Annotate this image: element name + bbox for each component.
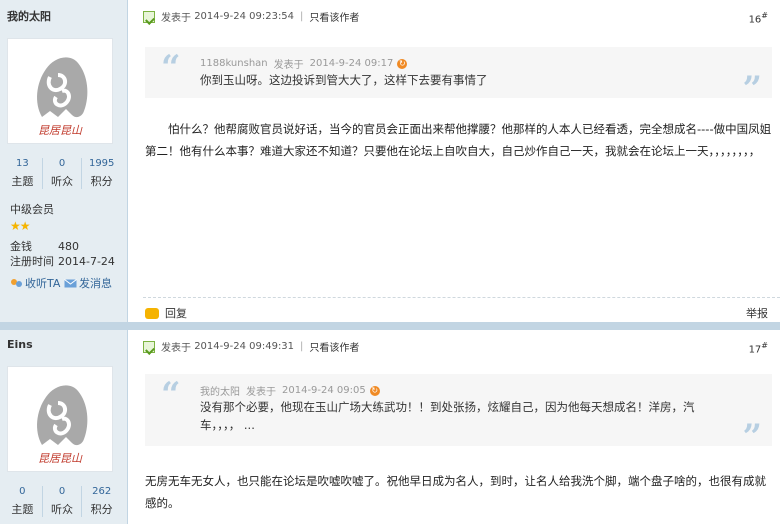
author-name[interactable]: Eins (7, 338, 33, 351)
follow-icon (10, 278, 23, 289)
post-separator (0, 322, 780, 330)
stat-topics[interactable]: 13 主题 (3, 158, 42, 189)
quote-time: 2014-9-24 09:05 (282, 385, 366, 396)
user-sidebar: Eins 昆居昆山 0 主题 0 听众 262 积分 (0, 330, 128, 524)
quote-text: 没有那个必要，他现在玉山广场大练武功！！到处张扬，炫耀自己，因为他每天想成名！洋… (200, 400, 695, 432)
close-quote-icon: ” (742, 69, 762, 109)
reply-icon (145, 307, 159, 319)
user-group[interactable]: 中级会员 (10, 201, 54, 217)
stat-topics[interactable]: 0 主题 (3, 486, 42, 517)
avatar-caption: 昆居昆山 (38, 124, 83, 137)
posted-label: 发表于 (161, 343, 191, 354)
post-meta: 发表于 2014-9-24 09:49:31 | 只看该作者 (143, 339, 359, 354)
post-16: 我的太阳 昆居昆山 13 主题 0 听众 1995 积分 中级会员 ★★ 金钱 … (0, 0, 780, 322)
avatar[interactable]: 昆居昆山 (7, 38, 113, 144)
close-quote-icon: ” (742, 417, 762, 457)
author-name[interactable]: 我的太阳 (7, 8, 51, 24)
user-stats: 13 主题 0 听众 1995 积分 (3, 158, 121, 189)
post-meta: 发表于 2014-9-24 09:23:54 | 只看该作者 (143, 9, 359, 24)
avatar[interactable]: 昆居昆山 (7, 366, 113, 472)
quote-header: 我的太阳 发表于 2014-9-24 09:05 ↻ (200, 385, 380, 398)
jump-to-post-icon[interactable]: ↻ (369, 385, 380, 396)
quote-header: 1188kunshan 发表于 2014-9-24 09:17 ↻ (200, 58, 408, 71)
default-avatar-logo-icon: 昆居昆山 (37, 57, 88, 137)
quote-text: 你到玉山呀。这边投诉到管大大了，这样下去要有事情了 (200, 73, 488, 87)
quote-block: “ 我的太阳 发表于 2014-9-24 09:05 ↻ 没有那个必要，他现在玉… (145, 374, 772, 454)
follow-button[interactable]: 收听TA (10, 275, 60, 291)
register-date: 2014-7-24 (58, 255, 115, 268)
user-sidebar: 我的太阳 昆居昆山 13 主题 0 听众 1995 积分 中级会员 ★★ 金钱 … (0, 0, 128, 322)
send-message-button[interactable]: 发消息 (64, 275, 112, 291)
register-row: 注册时间 2014-7-24 (10, 253, 115, 269)
quote-block: “ 1188kunshan 发表于 2014-9-24 09:17 ↻ 你到玉山… (145, 47, 772, 106)
default-avatar-logo-icon: 昆居昆山 (37, 385, 88, 465)
register-label: 注册时间 (10, 255, 54, 268)
money-row: 金钱 480 (10, 238, 79, 254)
post-content: 无房无车无女人，也只能在论坛是吹嘘吹嘘了。祝他早日成为名人，到时，让名人给我洗个… (145, 474, 766, 510)
floor-number[interactable]: 17# (749, 341, 768, 355)
open-quote-icon: “ (161, 375, 181, 415)
only-author-link[interactable]: 只看该作者 (309, 339, 359, 354)
post-body: 发表于 2014-9-24 09:49:31 | 只看该作者 17# “ 我的太… (135, 330, 780, 524)
reply-button[interactable]: 回复 (145, 305, 187, 321)
posted-time: 2014-9-24 09:49:31 (194, 341, 295, 352)
post-17: Eins 昆居昆山 0 主题 0 听众 262 积分 发表于 2014-9-24… (0, 330, 780, 524)
money-value: 480 (58, 240, 79, 253)
avatar-caption: 昆居昆山 (38, 452, 83, 465)
rank-stars-icon: ★★ (10, 219, 30, 233)
quote-author: 1188kunshan (200, 58, 268, 69)
envelope-icon (64, 278, 77, 289)
online-status-icon (143, 10, 155, 23)
floor-number[interactable]: 16# (749, 11, 768, 25)
online-status-icon (143, 340, 155, 353)
only-author-link[interactable]: 只看该作者 (309, 9, 359, 24)
stat-followers[interactable]: 0 听众 (41, 486, 82, 517)
posted-label: 发表于 (161, 13, 191, 24)
post-body: 发表于 2014-9-24 09:23:54 | 只看该作者 16# “ 118… (135, 0, 780, 322)
user-stats: 0 主题 0 听众 262 积分 (3, 486, 121, 517)
post-footer: 回复 举报 (143, 297, 780, 322)
stat-points[interactable]: 1995 积分 (81, 158, 121, 189)
quote-time: 2014-9-24 09:17 (309, 58, 394, 69)
money-label: 金钱 (10, 240, 32, 253)
open-quote-icon: “ (161, 48, 181, 88)
stat-followers[interactable]: 0 听众 (41, 158, 82, 189)
report-button[interactable]: 举报 (746, 305, 768, 321)
post-content: 怕什么？他帮腐败官员说好话，当今的官员会正面出来帮他撑腰？他那样的人本人已经看透… (145, 122, 772, 158)
stat-points[interactable]: 262 积分 (81, 486, 121, 517)
jump-to-post-icon[interactable]: ↻ (397, 58, 408, 69)
posted-time: 2014-9-24 09:23:54 (194, 11, 295, 22)
quote-author: 我的太阳 (200, 387, 240, 398)
